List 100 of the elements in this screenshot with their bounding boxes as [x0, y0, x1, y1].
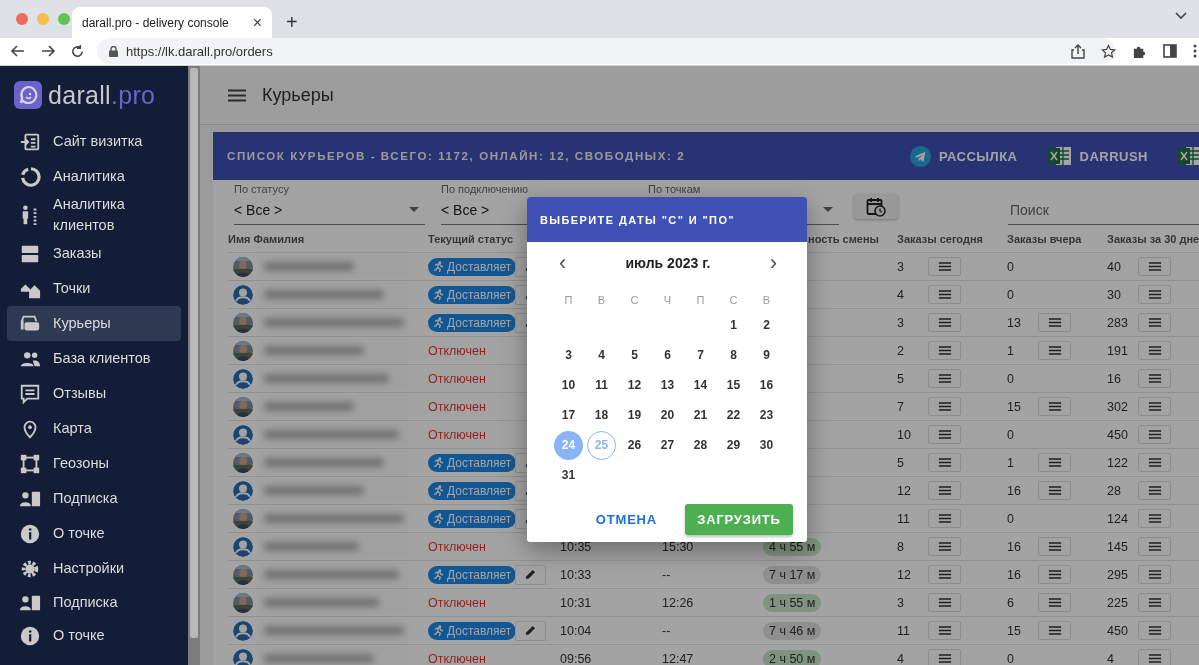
shift-end: -- [662, 567, 671, 582]
order-count: 10 [897, 427, 912, 442]
browser-tab[interactable]: darall.pro - delivery console × [72, 7, 272, 38]
new-tab-button[interactable]: + [286, 11, 298, 34]
order-count: 0 [1007, 287, 1015, 302]
tab-close-button[interactable]: × [252, 13, 262, 32]
weekday-label: П [696, 293, 705, 308]
column-header[interactable]: Имя Фамилия [228, 232, 428, 245]
calendar-day[interactable]: 30 [752, 430, 781, 460]
calendar-day[interactable]: 2 [752, 310, 781, 340]
calendar-day[interactable]: 17 [554, 400, 583, 430]
address-bar[interactable]: https://lk.darall.pro/orders [97, 38, 1115, 64]
calendar-day[interactable]: 29 [719, 430, 748, 460]
status-badge: Доставляет [428, 621, 517, 640]
sidebar-item[interactable]: Сайт визитка [7, 124, 181, 159]
calendar-day[interactable]: 11 [587, 370, 616, 400]
order-count: 450 [1107, 427, 1129, 442]
order-count: 124 [1107, 511, 1129, 526]
sidebar-item[interactable]: Отзывы [7, 376, 181, 411]
order-count: 6 [1007, 595, 1015, 610]
sidebar-item[interactable]: Подписка [7, 481, 181, 516]
column-header[interactable]: Заказы вчера [1007, 232, 1107, 245]
status-text: Отключен [428, 595, 486, 610]
sidebar-item[interactable]: База клиентов [7, 341, 181, 376]
column-header[interactable]: Заказы за 30 дне [1107, 232, 1199, 245]
calendar-day[interactable]: 8 [719, 340, 748, 370]
sidebar-item[interactable]: О точке [7, 516, 181, 551]
sidebar-item[interactable]: Курьеры [7, 306, 181, 341]
shift-end: 15:30 [662, 539, 694, 554]
order-count: 191 [1107, 343, 1129, 358]
column-header[interactable]: Текущий статус [428, 232, 515, 245]
calendar-day[interactable]: 1 [719, 310, 748, 340]
calendar-day[interactable]: 28 [686, 430, 715, 460]
order-count: 15 [1007, 399, 1022, 414]
order-count: 13 [1007, 315, 1022, 330]
sidebar-item[interactable]: Точки [7, 271, 181, 306]
shift-start: 10:35 [560, 539, 592, 554]
sidebar-item[interactable]: Геозоны [7, 446, 181, 481]
order-count: 5 [897, 455, 905, 470]
cancel-button[interactable]: ОТМЕНА [595, 512, 657, 527]
calendar-day[interactable]: 26 [620, 430, 649, 460]
column-header[interactable]: ность смены [808, 232, 897, 245]
calendar-day[interactable]: 22 [719, 400, 748, 430]
calendar-day[interactable]: 19 [620, 400, 649, 430]
calendar-day[interactable]: 10 [554, 370, 583, 400]
shift-start: 10:33 [560, 567, 592, 582]
calendar-day[interactable]: 4 [587, 340, 616, 370]
shift-duration: 7 ч 46 м [763, 621, 822, 640]
column-header[interactable]: Заказы сегодня [897, 232, 1007, 245]
sidebar-item[interactable]: Аналитика [7, 159, 181, 194]
sidebar-item[interactable]: Настройки [7, 551, 181, 586]
order-count: 12 [897, 483, 912, 498]
calendar-day[interactable]: 5 [620, 340, 649, 370]
order-count: 0 [1007, 259, 1015, 274]
previous-month-button[interactable]: ‹ [559, 252, 567, 274]
order-count: 28 [1107, 483, 1122, 498]
calendar-day[interactable]: 18 [587, 400, 616, 430]
order-count: 2 [897, 343, 905, 358]
calendar-day[interactable]: 15 [719, 370, 748, 400]
order-count: 12 [897, 567, 912, 582]
sidebar-item[interactable]: О точке [7, 619, 181, 652]
logo-text: darall.pro [48, 80, 156, 110]
calendar-day[interactable]: 20 [653, 400, 682, 430]
status-text: Отключен [428, 371, 486, 386]
order-count: 283 [1107, 315, 1129, 330]
calendar-day[interactable]: 13 [653, 370, 682, 400]
calendar-day[interactable]: 9 [752, 340, 781, 370]
calendar-day[interactable]: 6 [653, 340, 682, 370]
calendar-day[interactable]: 16 [752, 370, 781, 400]
shift-end: 12:47 [662, 651, 694, 665]
calendar-day[interactable]: 23 [752, 400, 781, 430]
shift-start: 10:04 [560, 623, 592, 638]
order-count: 8 [897, 539, 905, 554]
sidebar-item[interactable]: Подписка [7, 586, 181, 619]
export-button[interactable]: DARRUSH [1047, 146, 1148, 166]
order-count: 450 [1107, 623, 1129, 638]
order-count: 16 [1007, 567, 1022, 582]
sidebar-item[interactable]: Аналитика клиентов [7, 194, 181, 236]
status-text: Отключен [428, 343, 486, 358]
calendar-day[interactable]: 3 [554, 340, 583, 370]
calendar-day[interactable]: 12 [620, 370, 649, 400]
calendar-day[interactable]: 21 [686, 400, 715, 430]
search-field[interactable]: Поиск [1008, 196, 1199, 225]
filter-select[interactable]: По статусу < Все > [234, 183, 425, 225]
shift-duration: 7 ч 17 м [763, 565, 822, 584]
weekday-label: Ч [663, 293, 672, 308]
sidebar-item[interactable]: Заказы [7, 236, 181, 271]
order-count: 5 [897, 371, 905, 386]
calendar-day[interactable]: 31 [554, 460, 583, 490]
order-count: 4 [897, 287, 905, 302]
order-count: 16 [1107, 371, 1122, 386]
sidebar-item[interactable]: Карта [7, 411, 181, 446]
status-text: Отключен [428, 427, 486, 442]
calendar-day[interactable]: 7 [686, 340, 715, 370]
calendar-day[interactable]: 27 [653, 430, 682, 460]
mailing-button[interactable]: РАССЫЛКА [909, 145, 1018, 167]
next-month-button[interactable]: › [769, 252, 777, 274]
order-count: 0 [1007, 651, 1015, 665]
status-badge: Доставляет [428, 313, 517, 332]
calendar-day[interactable]: 14 [686, 370, 715, 400]
